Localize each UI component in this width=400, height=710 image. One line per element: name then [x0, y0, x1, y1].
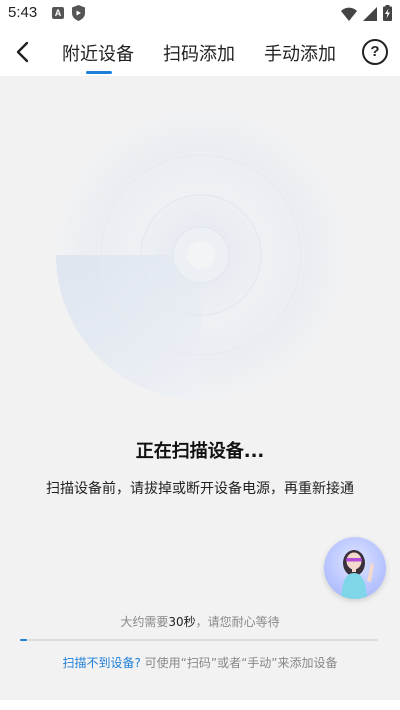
bottom-strip — [0, 700, 400, 710]
radar-scan-graphic — [56, 110, 346, 400]
battery-charging-icon — [383, 5, 392, 25]
wifi-icon — [341, 6, 357, 25]
eta-text: 大约需要30秒，请您耐心等待 — [0, 613, 400, 630]
eta-duration: 30秒 — [168, 615, 196, 629]
help-icon[interactable]: ? — [362, 39, 388, 65]
scan-instruction-text: 扫描设备前，请拔掉或断开设备电源，再重新接通 — [46, 481, 354, 497]
alternative-add-hint: 可使用“扫码”或者“手动”来添加设备 — [140, 656, 338, 670]
status-time: 5:43 — [8, 4, 38, 21]
shield-icon — [72, 5, 85, 25]
scan-status-title: 正在扫描设备... — [135, 441, 265, 462]
top-nav: 附近设备 扫码添加 手动添加 ? — [0, 28, 400, 76]
cannot-find-help-row: 扫描不到设备? 可使用“扫码”或者“手动”来添加设备 — [0, 654, 400, 671]
tab-scan-code-add[interactable]: 扫码添加 — [163, 40, 235, 66]
scan-progress-fill — [20, 639, 28, 641]
tab-nearby-devices[interactable]: 附近设备 — [62, 40, 134, 66]
signal-icon — [363, 6, 377, 25]
assistant-avatar-icon — [341, 550, 374, 599]
tab-manual-add[interactable]: 手动添加 — [264, 40, 336, 66]
assistant-avatar-button[interactable] — [324, 537, 386, 599]
eta-prefix: 大约需要 — [120, 615, 169, 629]
cannot-find-device-link[interactable]: 扫描不到设备? — [62, 656, 140, 670]
back-arrow-icon[interactable] — [10, 38, 38, 66]
a-icon: A — [52, 7, 64, 19]
eta-suffix: ，请您耐心等待 — [195, 615, 280, 629]
status-bar: 5:43 A — [0, 0, 400, 28]
active-tab-indicator — [86, 71, 112, 74]
scan-progress-bar — [20, 639, 378, 641]
